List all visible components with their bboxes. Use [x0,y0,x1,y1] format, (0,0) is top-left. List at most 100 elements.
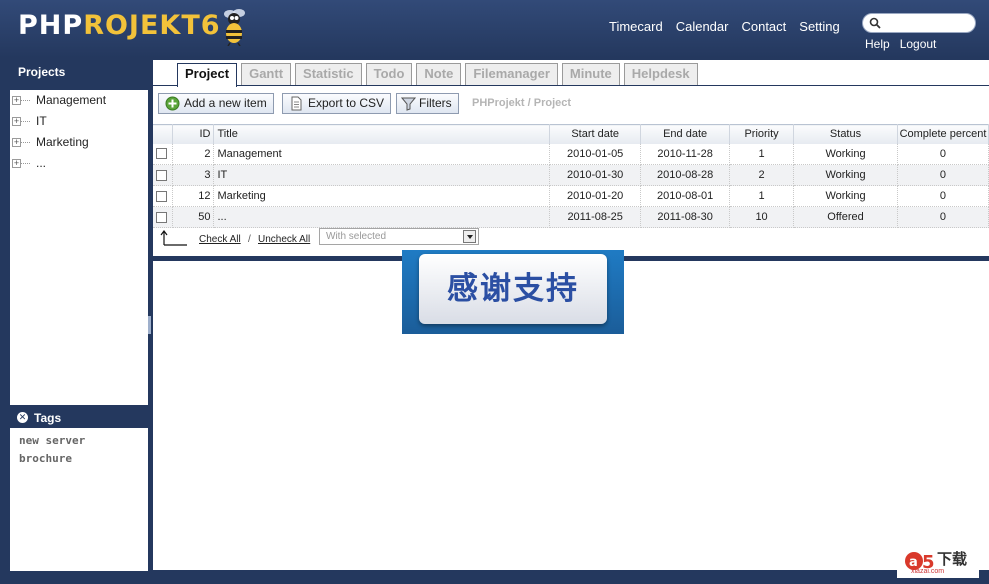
row-checkbox[interactable] [156,148,167,160]
close-icon[interactable]: ✕ [17,412,28,423]
cell-complete: 0 [897,185,989,207]
tab-note[interactable]: Note [416,63,462,85]
cell-start-date: 2010-01-05 [549,143,642,165]
cell-status: Working [793,143,898,165]
logo-php: PHP [18,10,84,41]
nav-calendar[interactable]: Calendar [676,19,729,34]
cell-priority: 2 [729,164,795,186]
cell-status: Offered [793,206,898,228]
column-header-title[interactable]: Title [213,124,551,144]
search-icon [869,17,881,29]
project-grid: ID Title Start date End date Priority St… [153,124,989,261]
export-csv-button[interactable]: Export to CSV [282,93,392,114]
cell-title: ... [213,206,551,228]
cell-end-date: 2011-08-30 [640,206,731,228]
watermark-text: 下载 [937,550,968,568]
logo-projekt: ROJEKT6 [83,10,221,41]
tab-minute[interactable]: Minute [561,63,620,85]
cell-id: 50 [172,206,215,228]
cell-end-date: 2010-08-01 [640,185,731,207]
toolbar: Add a new item Export to CSV Filters PHP… [153,87,989,124]
data-table: ID Title Start date End date Priority St… [153,124,989,228]
row-checkbox[interactable] [156,190,167,202]
expand-icon[interactable]: + [12,117,21,126]
tab-statistic[interactable]: Statistic [295,63,362,85]
tree-item-label: IT [36,114,47,128]
search-input[interactable] [885,16,971,30]
column-header-status[interactable]: Status [793,124,898,144]
help-link[interactable]: Help [865,37,890,51]
tab-helpdesk[interactable]: Helpdesk [623,63,698,85]
row-checkbox[interactable] [156,169,167,181]
module-tabs: Project Gantt Statistic Todo Note Filema… [153,60,989,87]
breadcrumb: PHProjekt / Project [472,97,572,109]
column-header-end-date[interactable]: End date [640,124,731,144]
tab-todo[interactable]: Todo [365,63,413,85]
link-separator: / [248,234,251,245]
table-row[interactable]: 50 ... 2011-08-25 2011-08-30 10 Offered … [153,206,989,228]
tab-filemanager[interactable]: Filemanager [465,63,558,85]
tree-item-label: Marketing [36,135,89,149]
search-box[interactable] [862,13,976,33]
user-nav: Help Logout [865,37,936,51]
cell-status: Working [793,185,898,207]
tab-gantt[interactable]: Gantt [241,63,292,85]
tree-item-marketing[interactable]: + Marketing [10,133,148,154]
cell-end-date: 2010-11-28 [640,143,731,165]
nav-setting[interactable]: Setting [799,19,839,34]
cell-id: 2 [172,143,215,165]
tag-item[interactable]: brochure [19,450,139,468]
cell-complete: 0 [897,143,989,165]
filters-button[interactable]: Filters [396,93,459,114]
expand-icon[interactable]: + [12,159,21,168]
cell-complete: 0 [897,164,989,186]
tab-project[interactable]: Project [177,63,238,87]
cell-title: Management [213,143,551,165]
column-header-id[interactable]: ID [172,124,215,144]
add-icon [165,96,180,111]
cell-start-date: 2010-01-20 [549,185,642,207]
nav-contact[interactable]: Contact [741,19,786,34]
filters-label: Filters [419,96,452,110]
check-all-link[interactable]: Check All [199,234,241,245]
expand-icon[interactable]: + [12,138,21,147]
bulk-actions-row: Check All / Uncheck All With selected [153,228,989,250]
chevron-down-icon[interactable] [463,230,476,243]
cell-title: Marketing [213,185,551,207]
column-header-complete[interactable]: Complete percent [897,124,989,144]
cell-status: Working [793,164,898,186]
thanks-banner: 感谢支持 [402,250,624,334]
nav-timecard[interactable]: Timecard [609,19,663,34]
app-logo[interactable]: PHPROJEKT6 [18,10,221,42]
tree-item-management[interactable]: + Management [10,91,148,112]
tags-header: ✕ Tags [10,408,148,428]
uncheck-all-link[interactable]: Uncheck All [258,234,310,245]
document-icon [291,96,302,111]
tree-item-more[interactable]: + ... [10,154,148,175]
row-checkbox[interactable] [156,211,167,223]
tree-item-label: Management [36,93,107,107]
tags-title: Tags [34,411,62,425]
cell-end-date: 2010-08-28 [640,164,731,186]
expand-icon[interactable]: + [12,96,21,105]
with-selected-select[interactable]: With selected [319,228,479,245]
cell-start-date: 2010-01-30 [549,164,642,186]
tags-panel: new server brochure [10,428,148,571]
tag-item[interactable]: new server [19,432,139,450]
add-item-button[interactable]: Add a new item [158,93,274,114]
logout-link[interactable]: Logout [900,37,937,51]
cell-id: 12 [172,185,215,207]
sidebar-splitter[interactable] [148,316,151,334]
column-header-start-date[interactable]: Start date [549,124,642,144]
table-row[interactable]: 3 IT 2010-01-30 2010-08-28 2 Working 0 [153,164,989,186]
column-header-priority[interactable]: Priority [729,124,795,144]
projects-title: Projects [18,65,66,79]
table-row[interactable]: 12 Marketing 2010-01-20 2010-08-01 1 Wor… [153,185,989,207]
tree-item-it[interactable]: + IT [10,112,148,133]
tree-item-label: ... [36,156,47,170]
table-row[interactable]: 2 Management 2010-01-05 2010-11-28 1 Wor… [153,143,989,165]
export-csv-label: Export to CSV [308,96,385,110]
site-watermark: a 5 下载 xiazai.com [897,545,979,578]
cell-complete: 0 [897,206,989,228]
top-nav: Timecard Calendar Contact Setting [609,19,840,34]
